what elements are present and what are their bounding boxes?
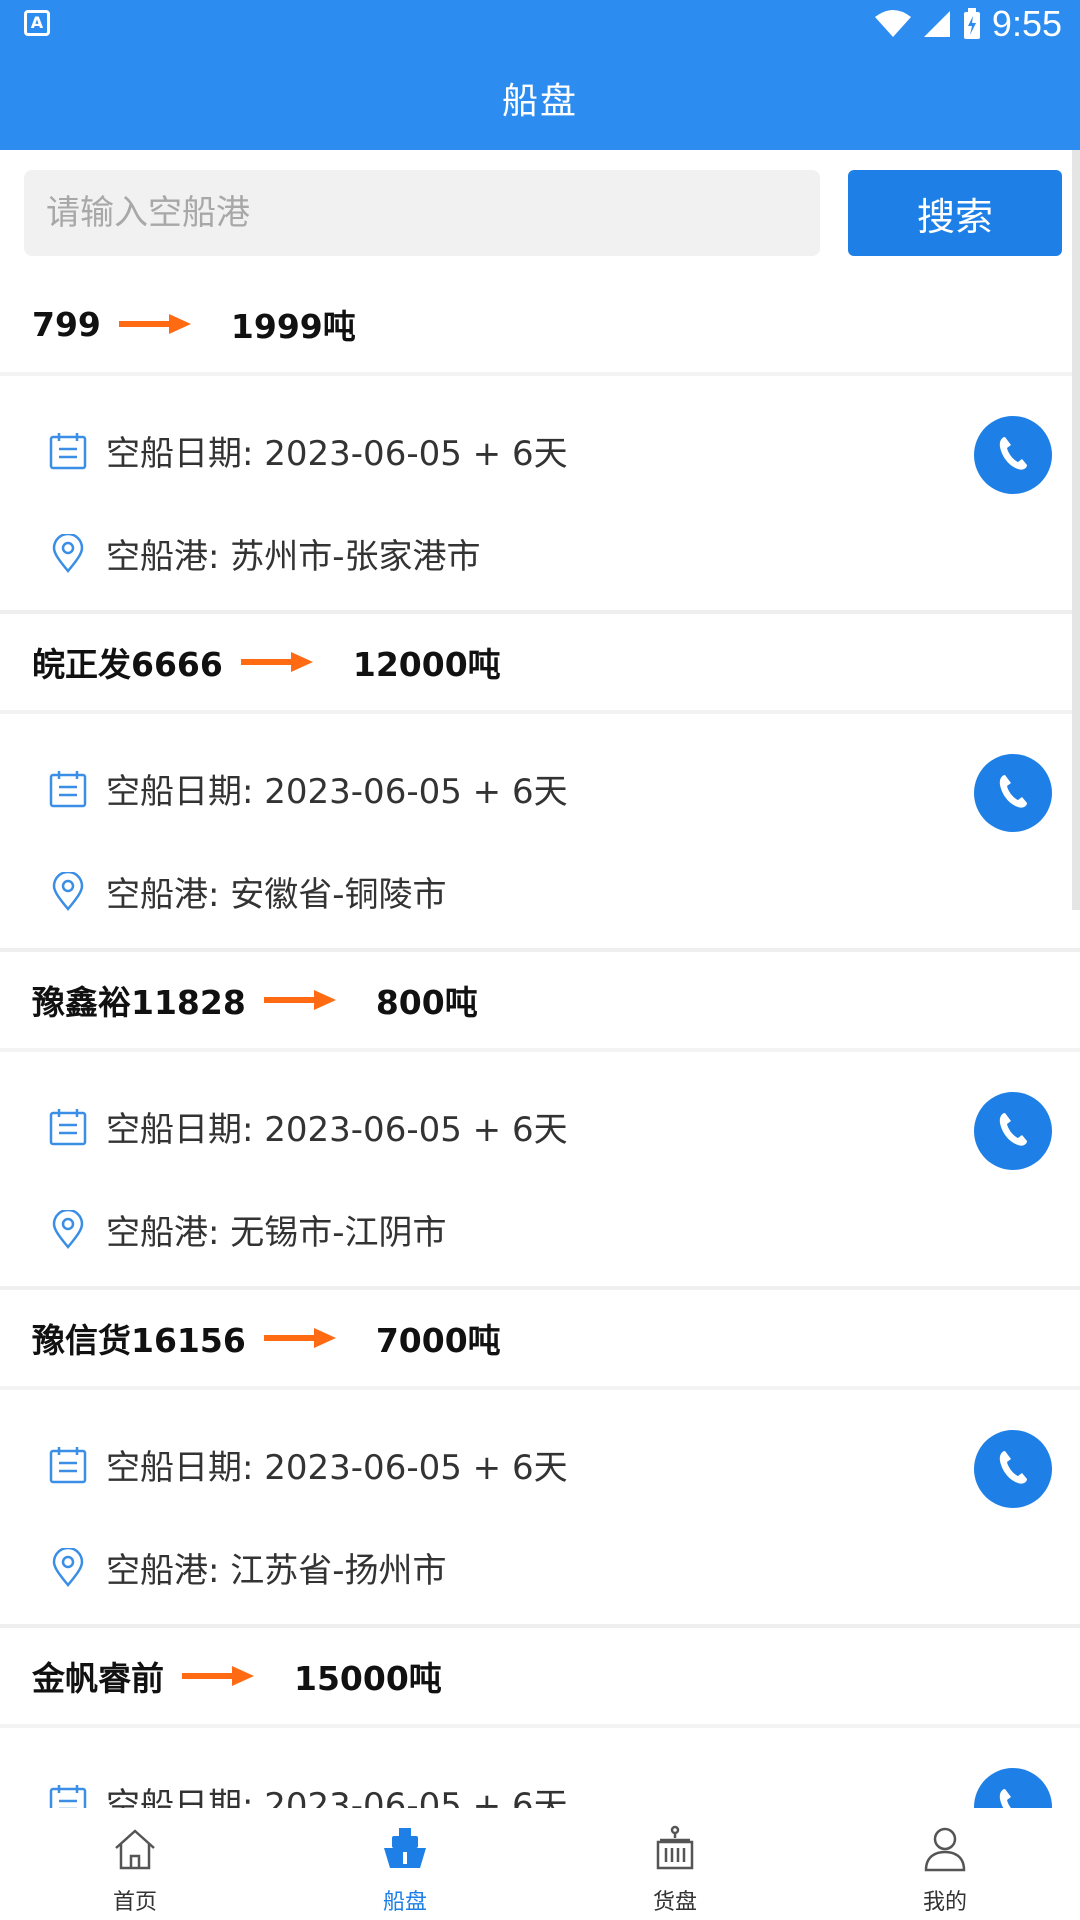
ship-card[interactable]: 金帆睿前 15000吨空船日期: 2023-06-05 + 6天 — [0, 1628, 1080, 1808]
home-icon — [110, 1824, 160, 1878]
nav-label: 货盘 — [652, 1890, 697, 1915]
ship-card[interactable]: 799 1999吨空船日期: 2023-06-05 + 6天 空船港: 苏州市-张家… — [0, 276, 1080, 614]
location-pin-icon — [48, 532, 88, 574]
arrow-right-icon — [182, 1664, 254, 1688]
call-button[interactable] — [974, 1768, 1052, 1808]
cargo-icon — [650, 1824, 700, 1878]
phone-icon — [993, 1785, 1033, 1808]
arrow-right-icon — [263, 1326, 336, 1350]
empty-date-text: 空船日期: 2023-06-05 + 6天 — [106, 772, 568, 812]
ship-card-header[interactable]: 豫鑫裕11828 800吨 — [0, 952, 1080, 1052]
ship-tonnage: 7000吨 — [375, 1321, 501, 1360]
user-icon — [920, 1824, 970, 1878]
empty-port-text: 空船港: 无锡市-江阴市 — [106, 1213, 447, 1253]
signal-icon — [923, 11, 950, 37]
ship-name: 豫鑫裕11828 — [32, 983, 246, 1022]
empty-port-row: 空船港: 安徽省-铜陵市 — [48, 867, 447, 916]
arrow-right-icon — [118, 312, 191, 336]
ship-name: 豫信货16156 — [32, 1321, 246, 1360]
ship-card-body[interactable]: 空船日期: 2023-06-05 + 6天 空船港: 安徽省-铜陵市 — [0, 714, 1080, 952]
ship-name: 799 — [32, 304, 101, 344]
ship-card-body[interactable]: 空船日期: 2023-06-05 + 6天 空船港: 无锡市-江阴市 — [0, 1052, 1080, 1290]
ship-card-header[interactable]: 金帆睿前 15000吨 — [0, 1628, 1080, 1728]
nav-item-cargo[interactable]: 货盘 — [540, 1808, 810, 1920]
ship-tonnage: 1999吨 — [230, 307, 356, 346]
ship-card[interactable]: 皖正发6666 12000吨空船日期: 2023-06-05 + 6天 空船港: 安… — [0, 614, 1080, 952]
nav-label: 船盘 — [382, 1890, 427, 1915]
app-header: A 9:55 船盘 — [0, 0, 1080, 150]
ship-tonnage: 800吨 — [375, 983, 478, 1022]
phone-icon — [993, 771, 1033, 815]
status-time: 9:55 — [991, 3, 1062, 44]
empty-date-row: 空船日期: 2023-06-05 + 6天 — [48, 1440, 568, 1489]
empty-date-text: 空船日期: 2023-06-05 + 6天 — [106, 1786, 568, 1808]
empty-port-text: 空船港: 苏州市-张家港市 — [106, 537, 481, 577]
page-title: 船盘 — [501, 81, 578, 122]
ship-card[interactable]: 豫信货16156 7000吨空船日期: 2023-06-05 + 6天 空船港: 江… — [0, 1290, 1080, 1628]
ship-name: 皖正发6666 — [32, 645, 223, 684]
bottom-nav: 首页 船盘 货盘 我的 — [0, 1808, 1080, 1920]
location-pin-icon — [48, 870, 88, 912]
ship-card-header[interactable]: 皖正发6666 12000吨 — [0, 614, 1080, 714]
arrow-right-icon — [263, 988, 336, 1012]
phone-icon — [993, 433, 1033, 477]
call-button[interactable] — [974, 1430, 1052, 1508]
calendar-icon — [48, 1783, 88, 1808]
ship-name: 金帆睿前 — [32, 1659, 164, 1698]
ship-card-body[interactable]: 空船日期: 2023-06-05 + 6天 空船港: 江苏省-扬州市 — [0, 1390, 1080, 1628]
nav-item-user[interactable]: 我的 — [810, 1808, 1080, 1920]
phone-icon — [993, 1447, 1033, 1491]
ship-tonnage: 12000吨 — [352, 645, 501, 684]
ship-card-header[interactable]: 799 1999吨 — [0, 276, 1080, 376]
ship-card-body[interactable]: 空船日期: 2023-06-05 + 6天 — [0, 1728, 1080, 1808]
calendar-icon — [48, 1107, 88, 1147]
empty-date-text: 空船日期: 2023-06-05 + 6天 — [106, 1448, 568, 1488]
status-indicators: 9:55 — [874, 3, 1062, 44]
empty-date-row: 空船日期: 2023-06-05 + 6天 — [48, 764, 568, 813]
call-button[interactable] — [974, 1092, 1052, 1170]
empty-port-text: 空船港: 江苏省-扬州市 — [106, 1551, 447, 1591]
scrollbar[interactable] — [1072, 150, 1080, 910]
search-button[interactable]: 搜索 — [848, 170, 1062, 256]
calendar-icon — [48, 769, 88, 809]
empty-port-row: 空船港: 江苏省-扬州市 — [48, 1543, 447, 1592]
ship-card[interactable]: 豫鑫裕11828 800吨空船日期: 2023-06-05 + 6天 空船港: 无锡… — [0, 952, 1080, 1290]
call-button[interactable] — [974, 416, 1052, 494]
nav-item-home[interactable]: 首页 — [0, 1808, 270, 1920]
search-bar: 搜索 — [24, 170, 1064, 256]
empty-date-text: 空船日期: 2023-06-05 + 6天 — [106, 434, 568, 474]
calendar-icon — [48, 1445, 88, 1485]
nav-item-ship[interactable]: 船盘 — [270, 1808, 540, 1920]
battery-icon — [963, 8, 980, 39]
status-bar: A 9:55 — [0, 0, 1080, 50]
ship-list[interactable]: 799 1999吨 空船日期: 2023-06-05 + 6天 空船港: 苏州市-张家… — [0, 276, 1080, 1808]
wifi-icon — [874, 10, 911, 37]
nav-label: 我的 — [922, 1890, 967, 1915]
nav-label: 首页 — [112, 1890, 157, 1915]
empty-port-row: 空船港: 苏州市-张家港市 — [48, 529, 481, 578]
calendar-icon — [48, 431, 88, 471]
call-button[interactable] — [974, 754, 1052, 832]
empty-date-row: 空船日期: 2023-06-05 + 6天 — [48, 1778, 568, 1808]
empty-date-row: 空船日期: 2023-06-05 + 6天 — [48, 1102, 568, 1151]
empty-port-row: 空船港: 无锡市-江阴市 — [48, 1205, 447, 1254]
ship-icon — [380, 1824, 430, 1878]
location-pin-icon — [48, 1546, 88, 1588]
arrow-right-icon — [240, 650, 313, 674]
empty-date-row: 空船日期: 2023-06-05 + 6天 — [48, 426, 568, 475]
empty-port-text: 空船港: 安徽省-铜陵市 — [106, 875, 447, 915]
ship-card-body[interactable]: 空船日期: 2023-06-05 + 6天 空船港: 苏州市-张家港市 — [0, 376, 1080, 614]
notification-app-icon: A — [24, 10, 50, 36]
location-pin-icon — [48, 1208, 88, 1250]
phone-icon — [993, 1109, 1033, 1153]
ship-card-header[interactable]: 豫信货16156 7000吨 — [0, 1290, 1080, 1390]
empty-date-text: 空船日期: 2023-06-05 + 6天 — [106, 1110, 568, 1150]
ship-tonnage: 15000吨 — [294, 1659, 442, 1698]
search-input[interactable] — [24, 170, 820, 256]
